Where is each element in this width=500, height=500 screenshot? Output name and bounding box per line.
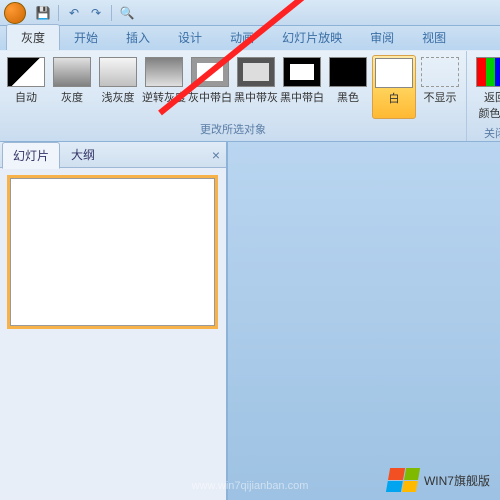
group-label-close: 关闭: [484, 123, 500, 143]
tab-slideshow[interactable]: 幻灯片放映: [268, 25, 356, 50]
grayscale-option-1[interactable]: 灰度: [50, 55, 94, 119]
tab-home[interactable]: 开始: [60, 25, 112, 50]
ribbon: 自动灰度浅灰度逆转灰度灰中带白黑中带灰黑中带白黑色白不显示 更改所选对象 返回 …: [0, 50, 500, 142]
watermark-url: www.win7qijianban.com: [192, 480, 309, 492]
office-button[interactable]: [4, 2, 26, 24]
option-label: 灰中带白: [188, 89, 232, 105]
preview-icon[interactable]: 🔍: [118, 4, 136, 22]
color-icon: [476, 57, 500, 87]
grayscale-option-5[interactable]: 黑中带灰: [234, 55, 278, 119]
sw-invgray-icon: [145, 57, 183, 87]
group-label: 更改所选对象: [0, 119, 466, 139]
option-label: 灰度: [61, 89, 83, 105]
option-label: 黑色: [337, 89, 359, 105]
sw-white-icon: [375, 58, 413, 88]
close-icon[interactable]: ×: [212, 147, 220, 163]
redo-icon[interactable]: ↷: [87, 4, 105, 22]
option-label: 黑中带白: [280, 89, 324, 105]
windows-logo-icon: [386, 468, 420, 492]
separator: [111, 5, 112, 21]
panel-tabs: 幻灯片 大纲 ×: [0, 142, 226, 168]
grayscale-option-2[interactable]: 浅灰度: [96, 55, 140, 119]
thumbnail-area: [0, 168, 226, 500]
save-icon[interactable]: 💾: [34, 4, 52, 22]
return-sub: 颜色视: [479, 105, 500, 121]
separator: [58, 5, 59, 21]
sw-gray-icon: [53, 57, 91, 87]
quick-access-toolbar: 💾 ↶ ↷ 🔍: [0, 0, 500, 26]
tab-design[interactable]: 设计: [164, 25, 216, 50]
grayscale-option-8[interactable]: 白: [372, 55, 416, 119]
slide-editor[interactable]: [228, 142, 500, 500]
sw-auto-icon: [7, 57, 45, 87]
watermark: WIN7旗舰版: [388, 468, 490, 492]
option-label: 浅灰度: [102, 89, 135, 105]
workspace: 幻灯片 大纲 ×: [0, 142, 500, 500]
grayscale-option-9[interactable]: 不显示: [418, 55, 462, 119]
return-colorview-button[interactable]: 返回 颜色视: [473, 55, 500, 123]
watermark-text: WIN7旗舰版: [424, 472, 490, 489]
tab-review[interactable]: 审阅: [356, 25, 408, 50]
grayscale-option-0[interactable]: 自动: [4, 55, 48, 119]
tab-insert[interactable]: 插入: [112, 25, 164, 50]
slide-thumbnail[interactable]: [10, 178, 215, 326]
undo-icon[interactable]: ↶: [65, 4, 83, 22]
option-label: 黑中带灰: [234, 89, 278, 105]
return-label: 返回: [484, 89, 500, 105]
option-label: 自动: [15, 89, 37, 105]
grayscale-option-7[interactable]: 黑色: [326, 55, 370, 119]
ribbon-group-change: 自动灰度浅灰度逆转灰度灰中带白黑中带灰黑中带白黑色白不显示 更改所选对象: [0, 51, 467, 141]
sw-blackgray-icon: [237, 57, 275, 87]
sw-blackwhite-icon: [283, 57, 321, 87]
panel-tab-slides[interactable]: 幻灯片: [2, 142, 60, 169]
sw-black-icon: [329, 57, 367, 87]
option-label: 不显示: [424, 89, 457, 105]
panel-tab-outline[interactable]: 大纲: [60, 141, 106, 168]
grayscale-option-6[interactable]: 黑中带白: [280, 55, 324, 119]
tab-grayscale[interactable]: 灰度: [6, 24, 60, 50]
option-label: 白: [389, 90, 400, 106]
tab-view[interactable]: 视图: [408, 25, 460, 50]
sw-noshow-icon: [421, 57, 459, 87]
slides-panel: 幻灯片 大纲 ×: [0, 142, 228, 500]
sw-lightgray-icon: [99, 57, 137, 87]
ribbon-group-close: 返回 颜色视 关闭: [467, 51, 500, 141]
